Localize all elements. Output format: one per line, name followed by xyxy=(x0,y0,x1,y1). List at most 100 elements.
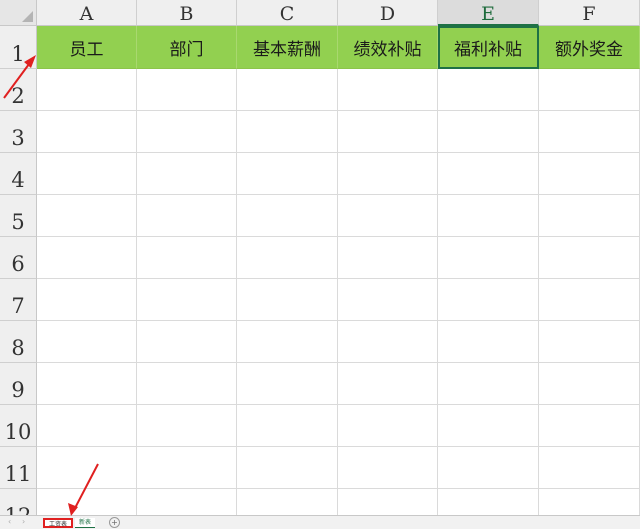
grid-cell[interactable] xyxy=(37,237,137,279)
grid-cell[interactable] xyxy=(237,279,338,321)
grid-cell[interactable] xyxy=(37,195,137,237)
grid-cell[interactable] xyxy=(237,489,338,515)
grid-cell[interactable] xyxy=(438,237,539,279)
grid-cell[interactable] xyxy=(137,363,237,405)
row-header[interactable]: 3 xyxy=(0,111,37,153)
grid-cell[interactable] xyxy=(137,489,237,515)
header-cell[interactable]: 基本薪酬 xyxy=(237,26,338,69)
row-header[interactable]: 7 xyxy=(0,279,37,321)
grid-cell[interactable] xyxy=(539,447,640,489)
grid-cell[interactable] xyxy=(237,111,338,153)
grid-cell[interactable] xyxy=(237,363,338,405)
grid-cell[interactable] xyxy=(438,489,539,515)
grid-cell[interactable] xyxy=(438,447,539,489)
grid-cell[interactable] xyxy=(338,111,438,153)
grid-cell[interactable] xyxy=(237,153,338,195)
row-header[interactable]: 8 xyxy=(0,321,37,363)
header-cell[interactable]: 部门 xyxy=(137,26,237,69)
grid-cell[interactable] xyxy=(539,237,640,279)
grid-cell[interactable] xyxy=(539,195,640,237)
grid-cell[interactable] xyxy=(37,153,137,195)
prev-sheet-icon[interactable]: ‹ xyxy=(8,517,11,526)
column-header-b[interactable]: B xyxy=(137,0,237,26)
grid-cell[interactable] xyxy=(338,447,438,489)
row-header[interactable]: 12 xyxy=(0,489,37,515)
grid-cell[interactable] xyxy=(338,237,438,279)
row-header[interactable]: 9 xyxy=(0,363,37,405)
next-sheet-icon[interactable]: › xyxy=(22,517,25,526)
add-sheet-icon[interactable]: + xyxy=(109,517,120,528)
column-header-c[interactable]: C xyxy=(237,0,338,26)
grid-cell[interactable] xyxy=(137,279,237,321)
table-row: 员工 部门 基本薪酬 绩效补贴 福利补贴 额外奖金 xyxy=(37,26,640,69)
grid-cell[interactable] xyxy=(237,321,338,363)
row-header[interactable]: 5 xyxy=(0,195,37,237)
grid-cell[interactable] xyxy=(338,363,438,405)
grid-cell[interactable] xyxy=(338,195,438,237)
grid-cell[interactable] xyxy=(438,69,539,111)
grid-cell[interactable] xyxy=(137,195,237,237)
grid-cell[interactable] xyxy=(438,363,539,405)
header-cell[interactable]: 绩效补贴 xyxy=(338,26,438,69)
grid-cell[interactable] xyxy=(237,69,338,111)
grid-cell[interactable] xyxy=(539,363,640,405)
grid-cell[interactable] xyxy=(338,405,438,447)
header-cell[interactable]: 员工 xyxy=(37,26,137,69)
grid-cell[interactable] xyxy=(37,321,137,363)
grid-cell[interactable] xyxy=(37,69,137,111)
grid-cell[interactable] xyxy=(539,405,640,447)
grid-cell[interactable] xyxy=(137,153,237,195)
grid-cell[interactable] xyxy=(438,153,539,195)
grid-cell[interactable] xyxy=(539,489,640,515)
table-row xyxy=(37,405,640,447)
grid-cell[interactable] xyxy=(539,321,640,363)
select-all-corner[interactable] xyxy=(0,0,37,26)
grid-cell[interactable] xyxy=(237,447,338,489)
grid-cell[interactable] xyxy=(438,195,539,237)
grid-cell[interactable] xyxy=(338,321,438,363)
header-cell[interactable]: 额外奖金 xyxy=(539,26,640,69)
grid-cell[interactable] xyxy=(137,321,237,363)
grid-cell[interactable] xyxy=(137,447,237,489)
sheet-tab-active[interactable]: 新表 xyxy=(75,518,95,528)
grid-cell[interactable] xyxy=(438,321,539,363)
sheet-tab[interactable]: 工资表 xyxy=(43,518,73,528)
grid-cell[interactable] xyxy=(539,111,640,153)
grid-cell[interactable] xyxy=(539,69,640,111)
grid-cell[interactable] xyxy=(338,279,438,321)
grid-cell[interactable] xyxy=(37,447,137,489)
grid-cell[interactable] xyxy=(137,405,237,447)
active-cell[interactable]: 福利补贴 xyxy=(438,26,539,69)
row-header[interactable]: 1 xyxy=(0,26,37,69)
grid-cell[interactable] xyxy=(237,405,338,447)
grid-cell[interactable] xyxy=(37,111,137,153)
grid-cell[interactable] xyxy=(338,153,438,195)
grid-cell[interactable] xyxy=(539,279,640,321)
grid-cell[interactable] xyxy=(37,405,137,447)
column-header-f[interactable]: F xyxy=(539,0,640,26)
column-header-a[interactable]: A xyxy=(37,0,137,26)
column-headers: A B C D E F xyxy=(37,0,640,26)
grid-cell[interactable] xyxy=(237,195,338,237)
grid-cell[interactable] xyxy=(438,111,539,153)
row-header[interactable]: 6 xyxy=(0,237,37,279)
grid-cell[interactable] xyxy=(37,279,137,321)
grid-cell[interactable] xyxy=(539,153,640,195)
grid-cell[interactable] xyxy=(438,279,539,321)
grid-cell[interactable] xyxy=(37,363,137,405)
row-header[interactable]: 4 xyxy=(0,153,37,195)
grid-cell[interactable] xyxy=(37,489,137,515)
grid-cell[interactable] xyxy=(237,237,338,279)
grid-cell[interactable] xyxy=(338,69,438,111)
row-header[interactable]: 11 xyxy=(0,447,37,489)
grid-cell[interactable] xyxy=(438,405,539,447)
column-header-d[interactable]: D xyxy=(338,0,438,26)
cell-area: 员工 部门 基本薪酬 绩效补贴 福利补贴 额外奖金 xyxy=(37,26,640,515)
grid-cell[interactable] xyxy=(137,69,237,111)
row-header[interactable]: 2 xyxy=(0,69,37,111)
row-header[interactable]: 10 xyxy=(0,405,37,447)
column-header-e[interactable]: E xyxy=(438,0,539,26)
grid-cell[interactable] xyxy=(338,489,438,515)
grid-cell[interactable] xyxy=(137,237,237,279)
grid-cell[interactable] xyxy=(137,111,237,153)
